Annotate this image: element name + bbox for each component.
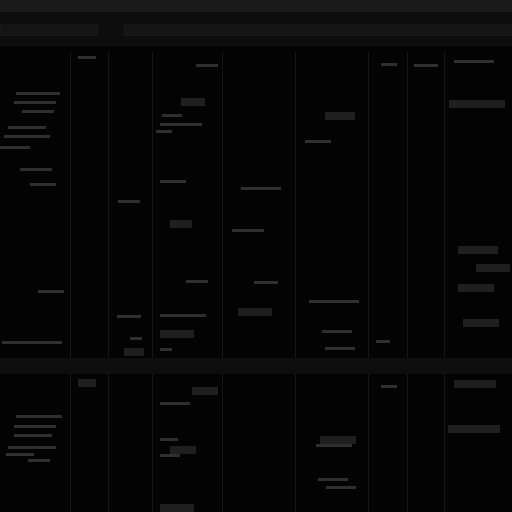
- diagram-label: [305, 140, 331, 143]
- toolbar-segment-left[interactable]: [0, 24, 98, 36]
- diagram-label: [325, 347, 355, 350]
- toolbar: [0, 12, 512, 46]
- diagram-label: [14, 101, 56, 104]
- diagram-label: [78, 56, 96, 59]
- lane-separator: [222, 52, 223, 512]
- diagram-label: [14, 434, 52, 437]
- diagram-label: [196, 64, 218, 67]
- diagram-label: [0, 146, 30, 149]
- diagram-label: [309, 300, 359, 303]
- diagram-label: [186, 280, 208, 283]
- diagram-label: [8, 446, 56, 449]
- diagram-label: [326, 486, 356, 489]
- diagram-label: [6, 453, 34, 456]
- diagram-label: [20, 168, 52, 171]
- diagram-label: [124, 348, 144, 356]
- diagram-label: [316, 444, 352, 447]
- diagram-label: [160, 348, 172, 351]
- diagram-label: [160, 402, 190, 405]
- diagram-label: [8, 126, 46, 129]
- diagram-label: [162, 114, 182, 117]
- diagram-label: [78, 379, 96, 387]
- diagram-label: [192, 387, 218, 395]
- horizontal-band: [0, 358, 512, 374]
- diagram-label: [241, 187, 281, 190]
- lane-separator: [70, 52, 71, 512]
- diagram-label: [232, 229, 264, 232]
- diagram-label: [4, 135, 50, 138]
- top-bar: [0, 0, 512, 12]
- diagram-label: [476, 264, 510, 272]
- diagram-label: [320, 436, 356, 444]
- diagram-label: [130, 337, 142, 340]
- diagram-label: [160, 454, 180, 457]
- diagram-label: [325, 112, 355, 120]
- diagram-label: [458, 246, 498, 254]
- diagram-label: [170, 220, 192, 228]
- diagram-label: [118, 200, 140, 203]
- diagram-label: [28, 459, 50, 462]
- diagram-label: [30, 183, 56, 186]
- screen: [0, 0, 512, 512]
- diagram-label: [14, 425, 56, 428]
- diagram-label: [381, 385, 397, 388]
- diagram-label: [160, 123, 202, 126]
- diagram-label: [156, 130, 172, 133]
- diagram-label: [160, 438, 178, 441]
- diagram-label: [238, 308, 272, 316]
- diagram-label: [322, 330, 352, 333]
- diagram-label: [414, 64, 438, 67]
- diagram-label: [117, 315, 141, 318]
- lane-separator: [295, 52, 296, 512]
- lane-separator: [368, 52, 369, 512]
- diagram-label: [181, 98, 205, 106]
- diagram-label: [160, 180, 186, 183]
- diagram-label: [318, 478, 348, 481]
- lane-separator: [444, 52, 445, 512]
- toolbar-segment-main[interactable]: [124, 24, 512, 36]
- diagram-label: [376, 340, 390, 343]
- lane-separator: [152, 52, 153, 512]
- diagram-label: [463, 319, 499, 327]
- diagram-label: [454, 380, 496, 388]
- lane-separator: [407, 52, 408, 512]
- diagram-label: [254, 281, 278, 284]
- lane-separator: [108, 52, 109, 512]
- diagram-label: [381, 63, 397, 66]
- diagram-label: [16, 92, 60, 95]
- diagram-label: [16, 415, 62, 418]
- diagram-label: [160, 314, 206, 317]
- diagram-label: [454, 60, 494, 63]
- diagram-label: [22, 110, 54, 113]
- diagram-label: [2, 341, 62, 344]
- diagram-label: [170, 446, 196, 454]
- diagram-label: [449, 100, 505, 108]
- diagram-label: [458, 284, 494, 292]
- diagram-label: [448, 425, 500, 433]
- diagram-label: [160, 504, 194, 512]
- diagram-label: [160, 330, 194, 338]
- diagram-label: [38, 290, 64, 293]
